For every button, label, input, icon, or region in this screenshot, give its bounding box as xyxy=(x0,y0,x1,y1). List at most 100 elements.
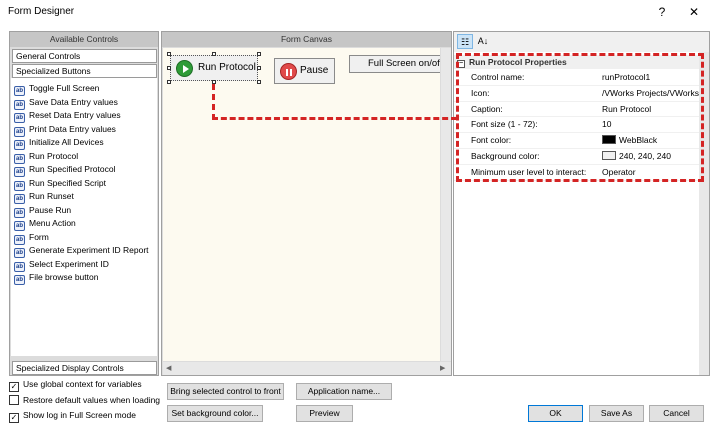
property-value[interactable]: /VWorks Projects/VWorks xyxy=(602,86,699,102)
list-item[interactable]: ab Run Runset xyxy=(14,190,74,204)
run-protocol-canvas-button[interactable]: Run Protocol xyxy=(170,55,258,81)
controls-list: ab Toggle Full Screen ab Save Data Entry va… xyxy=(11,78,157,356)
available-controls-panel: Available Controls General Controls Spec… xyxy=(9,31,159,376)
property-row[interactable]: Caption: Run Protocol xyxy=(454,102,699,118)
list-item[interactable]: ab Run Specified Script xyxy=(14,177,106,191)
property-row[interactable]: Font color: WebBlack xyxy=(454,133,699,149)
restore-defaults-checkbox[interactable]: Restore default values when loading xyxy=(9,394,160,407)
property-value-text: /VWorks Projects/VWorks xyxy=(602,87,699,98)
property-value[interactable]: runProtocol1 xyxy=(602,70,699,86)
play-icon xyxy=(176,60,193,77)
highlight-connector xyxy=(212,117,457,120)
full-screen-canvas-button[interactable]: Full Screen on/of xyxy=(349,55,440,73)
resize-handle[interactable] xyxy=(257,52,261,56)
property-category-label: Run Protocol Properties xyxy=(469,57,567,67)
button-control-icon: ab xyxy=(14,140,25,150)
property-category[interactable]: − Run Protocol Properties xyxy=(454,55,699,69)
show-log-label: Show log in Full Screen mode xyxy=(23,410,136,420)
list-item[interactable]: ab Pause Run xyxy=(14,204,71,218)
scroll-left-icon[interactable]: ◀ xyxy=(166,364,171,372)
button-control-icon: ab xyxy=(14,234,25,245)
checkbox-box[interactable]: ✓ xyxy=(9,382,19,392)
button-control-icon: ab xyxy=(14,126,25,137)
application-name-button[interactable]: Application name... xyxy=(296,383,392,400)
button-control-icon: ab xyxy=(14,261,25,272)
form-canvas[interactable]: Run Protocol Pause Full Screen on/of xyxy=(163,48,440,361)
resize-handle[interactable] xyxy=(212,52,216,56)
checkbox-box[interactable]: ✓ xyxy=(9,413,19,423)
list-item-label: File browse button xyxy=(29,272,99,282)
property-value[interactable]: Run Protocol xyxy=(602,102,699,118)
set-background-color-button[interactable]: Set background color... xyxy=(167,405,263,422)
property-value-text: 240, 240, 240 xyxy=(619,151,671,161)
property-name: Background color: xyxy=(471,151,540,161)
property-value[interactable]: Operator xyxy=(602,165,699,181)
resize-handle[interactable] xyxy=(167,66,171,70)
list-item-label: Initialize All Devices xyxy=(29,137,104,147)
bring-to-front-button[interactable]: Bring selected control to front xyxy=(167,383,284,400)
property-row[interactable]: Minimum user level to interact: Operator xyxy=(454,165,699,181)
title-bar: Form Designer ? ✕ xyxy=(0,0,718,25)
list-item[interactable]: ab Print Data Entry values xyxy=(14,123,116,137)
list-item[interactable]: ab Toggle Full Screen xyxy=(14,82,99,96)
checkbox-box[interactable] xyxy=(9,395,19,405)
preview-button[interactable]: Preview xyxy=(296,405,353,422)
property-name: Control name: xyxy=(471,72,525,82)
categorized-icon[interactable]: ☷ xyxy=(457,34,473,49)
list-item[interactable]: ab File browse button xyxy=(14,271,99,285)
canvas-vertical-scrollbar[interactable] xyxy=(441,48,451,361)
resize-handle[interactable] xyxy=(257,66,261,70)
list-item[interactable]: ab Run Protocol xyxy=(14,150,79,164)
properties-vertical-scrollbar[interactable] xyxy=(699,52,709,375)
resize-handle[interactable] xyxy=(167,52,171,56)
list-item-label: Generate Experiment ID Report xyxy=(29,245,149,255)
resize-handle[interactable] xyxy=(167,80,171,84)
list-item[interactable]: ab Reset Data Entry values xyxy=(14,109,121,123)
property-value[interactable]: 10 xyxy=(602,117,699,133)
cancel-button[interactable]: Cancel xyxy=(649,405,704,422)
ok-button[interactable]: OK xyxy=(528,405,583,422)
list-item[interactable]: ab Menu Action xyxy=(14,217,76,231)
property-row[interactable]: Control name: runProtocol1 xyxy=(454,70,699,86)
collapse-icon[interactable]: − xyxy=(457,60,465,68)
list-item-label: Run Protocol xyxy=(29,150,79,161)
use-global-context-label: Use global context for variables xyxy=(23,379,142,389)
property-row[interactable]: Icon: /VWorks Projects/VWorks xyxy=(454,86,699,102)
property-value-text: Run Protocol xyxy=(602,103,652,114)
list-item-label: Form xyxy=(29,231,49,242)
specialized-display-controls-category[interactable]: Specialized Display Controls xyxy=(12,361,157,375)
canvas-horizontal-scrollbar[interactable]: ◀ ▶ xyxy=(163,362,451,375)
color-swatch xyxy=(602,151,616,160)
list-item[interactable]: ab Generate Experiment ID Report xyxy=(14,244,149,258)
restore-defaults-label: Restore default values when loading xyxy=(23,395,161,405)
close-button[interactable]: ✕ xyxy=(682,3,706,21)
form-canvas-panel: Form Canvas Run Protocol Pause Full Scre… xyxy=(161,31,452,376)
list-item[interactable]: ab Form xyxy=(14,231,49,245)
list-item[interactable]: ab Initialize All Devices xyxy=(14,136,104,150)
specialized-buttons-category[interactable]: Specialized Buttons xyxy=(12,64,157,78)
list-item[interactable]: ab Select Experiment ID xyxy=(14,258,109,272)
property-name: Caption: xyxy=(471,103,503,114)
alphabetical-sort-icon[interactable]: A↓ xyxy=(475,34,491,49)
button-control-icon: ab xyxy=(14,113,25,123)
save-as-button[interactable]: Save As xyxy=(589,405,644,422)
property-name: Font size (1 - 72): xyxy=(471,119,538,130)
property-row[interactable]: Font size (1 - 72): 10 xyxy=(454,117,699,134)
pause-icon xyxy=(280,63,297,80)
scroll-right-icon[interactable]: ▶ xyxy=(440,364,445,372)
list-item[interactable]: ab Run Specified Protocol xyxy=(14,163,115,177)
button-control-icon: ab xyxy=(14,194,25,204)
list-item[interactable]: ab Save Data Entry values xyxy=(14,96,118,110)
resize-handle[interactable] xyxy=(257,80,261,84)
property-row[interactable]: Background color: 240, 240, 240 xyxy=(454,149,699,165)
button-control-icon: ab xyxy=(14,153,25,164)
pause-canvas-button[interactable]: Pause xyxy=(274,58,335,84)
general-controls-category[interactable]: General Controls xyxy=(12,49,157,63)
property-value[interactable]: WebBlack xyxy=(602,133,699,149)
list-item-label: Save Data Entry values xyxy=(29,96,118,107)
show-log-checkbox[interactable]: ✓ Show log in Full Screen mode xyxy=(9,409,136,423)
property-value[interactable]: 240, 240, 240 xyxy=(602,149,699,165)
use-global-context-checkbox[interactable]: ✓ Use global context for variables xyxy=(9,378,142,392)
help-button[interactable]: ? xyxy=(650,3,674,21)
list-item-label: Menu Action xyxy=(29,218,76,228)
